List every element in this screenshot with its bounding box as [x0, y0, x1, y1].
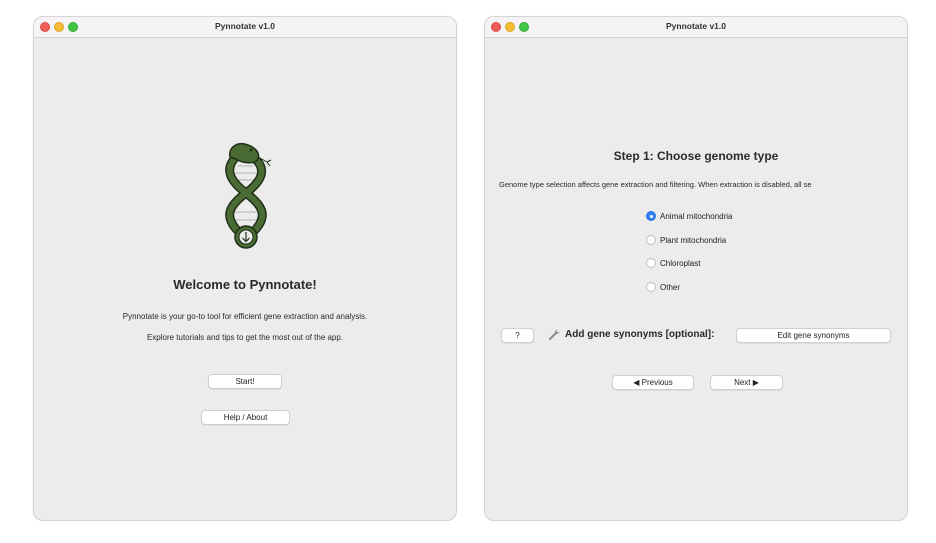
title-bar[interactable]: Pynnotate v1.0	[485, 17, 907, 38]
tips-text: Explore tutorials and tips to get the mo…	[146, 333, 344, 342]
option-label: Chloroplast	[660, 258, 701, 268]
title-bar[interactable]: Pynnotate v1.0	[34, 17, 456, 38]
window-title: Pynnotate v1.0	[666, 21, 726, 31]
genome-description: Genome type selection affects gene extra…	[499, 180, 812, 189]
option-label: Animal mitochondria	[660, 211, 733, 221]
option-plant-mitochondria[interactable]: Plant mitochondria	[646, 235, 726, 245]
start-button[interactable]: Start!	[208, 374, 282, 389]
step-heading: Step 1: Choose genome type	[613, 149, 779, 163]
option-label: Other	[660, 282, 681, 292]
welcome-heading: Welcome to Pynnotate!	[173, 277, 317, 292]
option-other[interactable]: Other	[646, 282, 680, 292]
window-title: Pynnotate v1.0	[215, 21, 275, 31]
option-chloroplast[interactable]: Chloroplast	[646, 258, 700, 268]
synonyms-label: Add gene synonyms [optional]:	[565, 329, 715, 340]
welcome-window: Pynnotate v1.0 Welcome to Pynnotate! Pyn…	[33, 16, 457, 521]
radio-button[interactable]	[646, 282, 656, 292]
previous-button[interactable]: ◀ Previous	[612, 375, 694, 390]
wrench-icon	[549, 329, 560, 340]
help-about-button[interactable]: Help / About	[201, 410, 290, 425]
snake-dna-helix-logo	[225, 143, 272, 249]
radio-button[interactable]	[646, 235, 656, 245]
radio-button[interactable]	[646, 211, 656, 221]
synonyms-row: Add gene synonyms [optional]:	[548, 328, 714, 341]
intro-text: Pynnotate is your go-to tool for efficie…	[122, 312, 368, 321]
radio-button[interactable]	[646, 258, 656, 268]
option-animal-mitochondria[interactable]: Animal mitochondria	[646, 211, 732, 221]
genome-type-window: Pynnotate v1.0 Step 1: Choose genome typ…	[484, 16, 908, 521]
option-label: Plant mitochondria	[660, 235, 727, 245]
edit-gene-synonyms-button[interactable]: Edit gene synonyms	[736, 328, 891, 343]
next-button[interactable]: Next ▶	[710, 375, 783, 390]
help-question-button[interactable]: ?	[501, 328, 534, 343]
